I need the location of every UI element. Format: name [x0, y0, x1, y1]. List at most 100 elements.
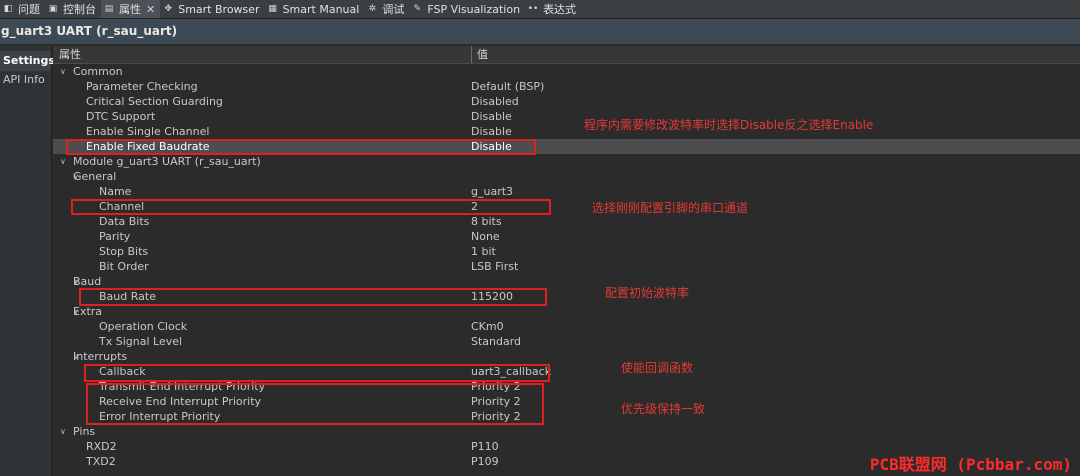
property-value[interactable]: g_uart3 — [471, 184, 513, 199]
property-label: Tx Signal Level — [99, 335, 183, 348]
property-value[interactable]: LSB First — [471, 259, 518, 274]
property-cell: ∨ Pins — [53, 424, 471, 439]
property-value[interactable]: Disable — [471, 124, 512, 139]
tab-console[interactable]: ▣ 控制台 — [45, 0, 101, 18]
tab-fsp-visualization[interactable]: ✎ FSP Visualization — [409, 0, 525, 18]
property-cell: Bit Order — [53, 259, 471, 274]
property-cell: Critical Section Guarding — [53, 94, 471, 109]
property-cell: ∨ Baud — [53, 274, 471, 289]
table-row[interactable]: DTC Support Disable — [53, 109, 1080, 124]
annotation-fixed-baud: 程序内需要修改波特率时选择Disable反之选择Enable — [584, 118, 874, 132]
table-row[interactable]: Parity None — [53, 229, 1080, 244]
close-icon[interactable]: ✕ — [146, 3, 155, 16]
property-value[interactable]: P110 — [471, 439, 499, 454]
table-row[interactable]: Stop Bits 1 bit — [53, 244, 1080, 259]
tab-label: 表达式 — [543, 3, 577, 16]
highlight-fixed-baudrate — [66, 139, 536, 155]
debug-icon: ✲ — [368, 4, 377, 14]
property-cell: ∨ Common — [53, 64, 471, 79]
tab-smart-browser[interactable]: ✥ Smart Browser — [160, 0, 264, 18]
tab-label: Smart Manual — [282, 2, 360, 16]
tab-label: 属性 — [119, 3, 141, 16]
property-cell: Parameter Checking — [53, 79, 471, 94]
property-label: Enable Single Channel — [86, 125, 210, 138]
tab-debug[interactable]: ✲ 调试 — [364, 0, 409, 18]
property-cell: DTC Support — [53, 109, 471, 124]
annotation-callback: 使能回调函数 — [621, 361, 694, 375]
table-row[interactable]: Parameter Checking Default (BSP) — [53, 79, 1080, 94]
tab-smart-manual[interactable]: ▦ Smart Manual — [265, 0, 365, 18]
property-label: Baud — [73, 275, 102, 288]
property-cell: ∨ General — [53, 169, 471, 184]
property-label: Extra — [73, 305, 103, 318]
property-cell: Parity — [53, 229, 471, 244]
property-label: Parameter Checking — [86, 80, 198, 93]
tab-properties[interactable]: ▤ 属性 ✕ — [101, 0, 161, 18]
nav-settings[interactable]: Settings — [0, 51, 55, 71]
property-column-header[interactable]: 属性 — [53, 46, 472, 63]
table-row[interactable]: Bit Order LSB First — [53, 259, 1080, 274]
table-row[interactable]: ∨ Module g_uart3 UART (r_sau_uart) — [53, 154, 1080, 169]
property-label: Parity — [99, 230, 131, 243]
property-value[interactable]: P109 — [471, 454, 499, 469]
fsp-visualization-icon: ✎ — [413, 4, 422, 14]
property-label: Common — [73, 65, 123, 78]
table-row[interactable]: ∨ Extra — [53, 304, 1080, 319]
table-row[interactable]: ∨ General — [53, 169, 1080, 184]
annotation-channel: 选择刚刚配置引脚的串口通道 — [592, 201, 749, 215]
smart-browser-icon: ✥ — [164, 4, 172, 14]
smart-manual-icon: ▦ — [268, 4, 277, 14]
property-value[interactable]: CKm0 — [471, 319, 504, 334]
property-label: TXD2 — [86, 455, 116, 468]
property-cell: Operation Clock — [53, 319, 471, 334]
property-value[interactable]: None — [471, 229, 500, 244]
highlight-priorities — [86, 383, 544, 425]
table-row[interactable]: Data Bits 8 bits — [53, 214, 1080, 229]
property-cell: ∨ Extra — [53, 304, 471, 319]
property-label: Interrupts — [73, 350, 128, 363]
table-row[interactable]: Critical Section Guarding Disabled — [53, 94, 1080, 109]
tab-label: Smart Browser — [178, 2, 260, 16]
property-label: Critical Section Guarding — [86, 95, 223, 108]
tab-label: FSP Visualization — [427, 2, 521, 16]
highlight-channel — [71, 199, 551, 215]
property-cell: ∨ Interrupts — [53, 349, 471, 364]
highlight-callback — [84, 364, 550, 382]
property-value[interactable]: Default (BSP) — [471, 79, 544, 94]
table-row[interactable]: ∨ Interrupts — [53, 349, 1080, 364]
tab-expressions[interactable]: •• 表达式 — [525, 0, 581, 18]
nav-api-info[interactable]: API Info — [0, 71, 51, 88]
property-value[interactable]: Disabled — [471, 94, 519, 109]
chevron-down-icon[interactable]: ∨ — [60, 154, 66, 169]
property-cell: RXD2 — [53, 439, 471, 454]
property-cell: Name — [53, 184, 471, 199]
annotation-priority: 优先级保持一致 — [621, 402, 706, 416]
property-cell: Enable Single Channel — [53, 124, 471, 139]
table-row[interactable]: ∨ Common — [53, 64, 1080, 79]
property-label: Data Bits — [99, 215, 150, 228]
table-row[interactable]: ∨ Pins — [53, 424, 1080, 439]
property-cell: ∨ Module g_uart3 UART (r_sau_uart) — [53, 154, 471, 169]
property-value[interactable]: 1 bit — [471, 244, 496, 259]
property-cell: Data Bits — [53, 214, 471, 229]
tab-label: 问题 — [18, 3, 40, 16]
property-value[interactable]: Standard — [471, 334, 521, 349]
value-column-header[interactable]: 值 — [472, 46, 488, 63]
table-row[interactable]: Enable Single Channel Disable — [53, 124, 1080, 139]
table-row[interactable]: ∨ Baud — [53, 274, 1080, 289]
watermark: PCB联盟网 (Pcbbar.com) — [869, 455, 1072, 474]
left-nav: Settings API Info — [0, 46, 55, 476]
property-value[interactable]: 8 bits — [471, 214, 502, 229]
table-row[interactable]: Name g_uart3 — [53, 184, 1080, 199]
table-row[interactable]: Tx Signal Level Standard — [53, 334, 1080, 349]
chevron-down-icon[interactable]: ∨ — [60, 64, 66, 79]
property-label: Operation Clock — [99, 320, 188, 333]
property-label: Pins — [73, 425, 96, 438]
chevron-down-icon[interactable]: ∨ — [60, 424, 66, 439]
page-title: g_uart3 UART (r_sau_uart) — [0, 19, 1080, 44]
annotation-baud: 配置初始波特率 — [605, 286, 690, 300]
problems-icon: ◧ — [3, 4, 13, 14]
table-row[interactable]: Operation Clock CKm0 — [53, 319, 1080, 334]
tab-problems[interactable]: ◧ 问题 — [0, 0, 45, 18]
property-value[interactable]: Disable — [471, 109, 512, 124]
